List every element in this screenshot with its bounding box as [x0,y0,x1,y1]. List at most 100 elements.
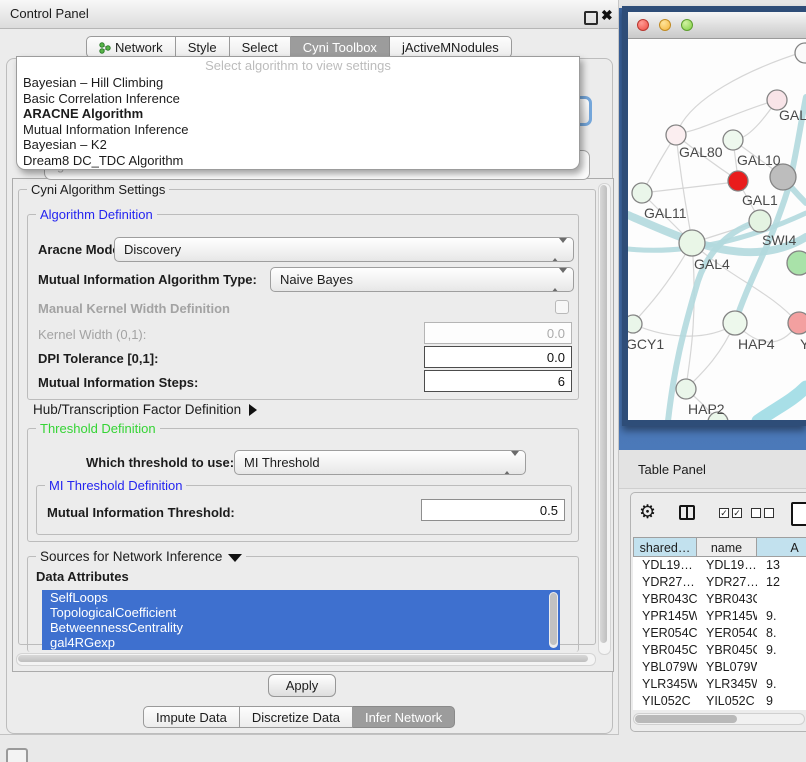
network-canvas[interactable]: GALGAL80GAL10GAL1GAL11GAL4SWI4GCY1HAP4YH… [628,39,806,420]
attributes-scrollbar[interactable] [549,592,558,648]
table-cell[interactable]: YDL19… [697,557,757,574]
network-node-y[interactable] [788,312,806,334]
column-header-shared[interactable]: shared… [633,537,697,557]
table-cell[interactable]: YLR345W [633,676,697,693]
float-panel-icon[interactable] [584,11,598,25]
table-row[interactable]: YBL079WYBL079W [633,659,806,676]
network-node-swi4[interactable] [749,210,771,232]
close-traffic-light-icon[interactable] [637,19,649,31]
table-cell[interactable] [757,659,806,676]
tab-impute-data[interactable]: Impute Data [143,706,240,728]
minimize-traffic-light-icon[interactable] [659,19,671,31]
unchecked-box-icon[interactable] [751,508,761,518]
table-cell[interactable]: YER054C [697,625,757,642]
table-cell[interactable]: YIL052C [633,693,697,710]
table-cell[interactable]: YDR27… [633,574,697,591]
algorithm-option-bayesian-k2[interactable]: Bayesian – K2 [17,137,579,153]
attribute-item-gal4rgexp[interactable]: gal4RGexp [42,635,560,650]
table-cell[interactable]: YIL052C [697,693,757,710]
table-row[interactable]: YBR045CYBR045C9. [633,642,806,659]
unchecked-box-icon[interactable] [764,508,774,518]
table-cell[interactable]: YBL079W [697,659,757,676]
algorithm-option-aracne-algorithm[interactable]: ARACNE Algorithm [17,106,579,122]
kernel-width-input[interactable] [424,322,572,344]
network-edge[interactable] [680,100,777,133]
network-node-gal80[interactable] [666,125,686,145]
attribute-item-betweennesscentrality[interactable]: BetweennessCentrality [42,620,560,635]
apply-button[interactable]: Apply [268,674,336,697]
gear-icon[interactable]: ⚙ [639,501,656,524]
table-cell[interactable]: 8. [757,625,806,642]
tab-discretize-data[interactable]: Discretize Data [240,706,353,728]
network-node-hap4[interactable] [723,311,747,335]
table-cell[interactable]: YBR045C [697,642,757,659]
table-cell[interactable] [757,591,806,608]
table-row[interactable]: YER054CYER054C8. [633,625,806,642]
table-cell[interactable]: YBR043C [697,591,757,608]
network-node[interactable] [795,43,806,63]
table-horizontal-scrollbar[interactable] [633,713,805,725]
tab-jactivemnodules[interactable]: jActiveMNodules [390,36,512,58]
algorithm-option-dream8-dc-tdc-algorithm[interactable]: Dream8 DC_TDC Algorithm [17,153,579,169]
table-cell[interactable]: YPR145W [697,608,757,625]
table-row[interactable]: YIL052CYIL052C9 [633,693,806,710]
collapsed-panel-icon[interactable] [6,748,28,762]
network-node-gal4[interactable] [679,230,705,256]
function-builder-icon[interactable] [791,502,806,526]
network-node-gal1[interactable] [728,171,748,191]
table-cell[interactable]: 9. [757,608,806,625]
data-attributes-list[interactable]: SelfLoopsTopologicalCoefficientBetweenne… [42,590,560,650]
tab-network[interactable]: Network [86,36,176,58]
table-cell[interactable]: YPR145W [633,608,697,625]
network-node-hap2[interactable] [676,379,696,399]
tab-infer-network[interactable]: Infer Network [353,706,455,728]
which-threshold-combobox[interactable]: MI Threshold [234,450,526,475]
table-row[interactable]: YBR043CYBR043C [633,591,806,608]
checked-box-icon[interactable]: ✓ [732,508,742,518]
column-layout-icon[interactable] [679,505,695,520]
mi-steps-input[interactable] [424,370,572,392]
table-cell[interactable]: YBR043C [633,591,697,608]
vertical-scrollbar[interactable] [598,183,611,655]
network-view-window[interactable]: GALGAL80GAL10GAL1GAL11GAL4SWI4GCY1HAP4YH… [622,6,806,426]
network-window-titlebar[interactable] [628,12,806,39]
algorithm-option-bayesian-hill-climbing[interactable]: Bayesian – Hill Climbing [17,75,579,91]
hub-definition-toggle[interactable]: Hub/Transcription Factor Definition [33,402,257,417]
table-cell[interactable]: YLR345W [697,676,757,693]
collapse-arrow-icon[interactable] [228,554,242,562]
tab-cyni-toolbox[interactable]: Cyni Toolbox [291,36,390,58]
zoom-traffic-light-icon[interactable] [681,19,693,31]
checked-box-icon[interactable]: ✓ [719,508,729,518]
tab-style[interactable]: Style [176,36,230,58]
network-edge[interactable] [634,243,692,322]
column-header-a[interactable]: A [757,537,806,557]
manual-kernel-checkbox[interactable] [555,300,569,314]
table-cell[interactable]: 9 [757,693,806,710]
table-cell[interactable]: YER054C [633,625,697,642]
attribute-item-topologicalcoefficient[interactable]: TopologicalCoefficient [42,605,560,620]
network-node[interactable] [787,251,806,275]
attribute-item-selfloops[interactable]: SelfLoops [42,590,560,605]
table-cell[interactable]: 13 [757,557,806,574]
algorithm-option-mutual-information-inference[interactable]: Mutual Information Inference [17,122,579,138]
mi-threshold-input[interactable] [421,499,565,521]
table-cell[interactable]: 12 [757,574,806,591]
network-node-gal10[interactable] [723,130,743,150]
algorithm-option-basic-correlation-inference[interactable]: Basic Correlation Inference [17,91,579,107]
column-header-name[interactable]: name [697,537,757,557]
aracne-mode-combobox[interactable]: Discovery [114,237,574,262]
dpi-tolerance-input[interactable] [424,346,572,368]
network-node-gal11[interactable] [632,183,652,203]
table-cell[interactable]: YDL19… [633,557,697,574]
table-row[interactable]: YDR27…YDR27…12 [633,574,806,591]
table-row[interactable]: YLR345WYLR345W9. [633,676,806,693]
network-edge[interactable] [735,97,806,323]
table-cell[interactable]: YBL079W [633,659,697,676]
table-cell[interactable]: YBR045C [633,642,697,659]
table-row[interactable]: YDL19…YDL19…13 [633,557,806,574]
network-edge[interactable] [642,182,736,193]
tab-select[interactable]: Select [230,36,291,58]
network-edge[interactable] [758,387,806,420]
horizontal-scrollbar[interactable] [16,653,596,666]
mi-type-combobox[interactable]: Naive Bayes [270,267,574,292]
